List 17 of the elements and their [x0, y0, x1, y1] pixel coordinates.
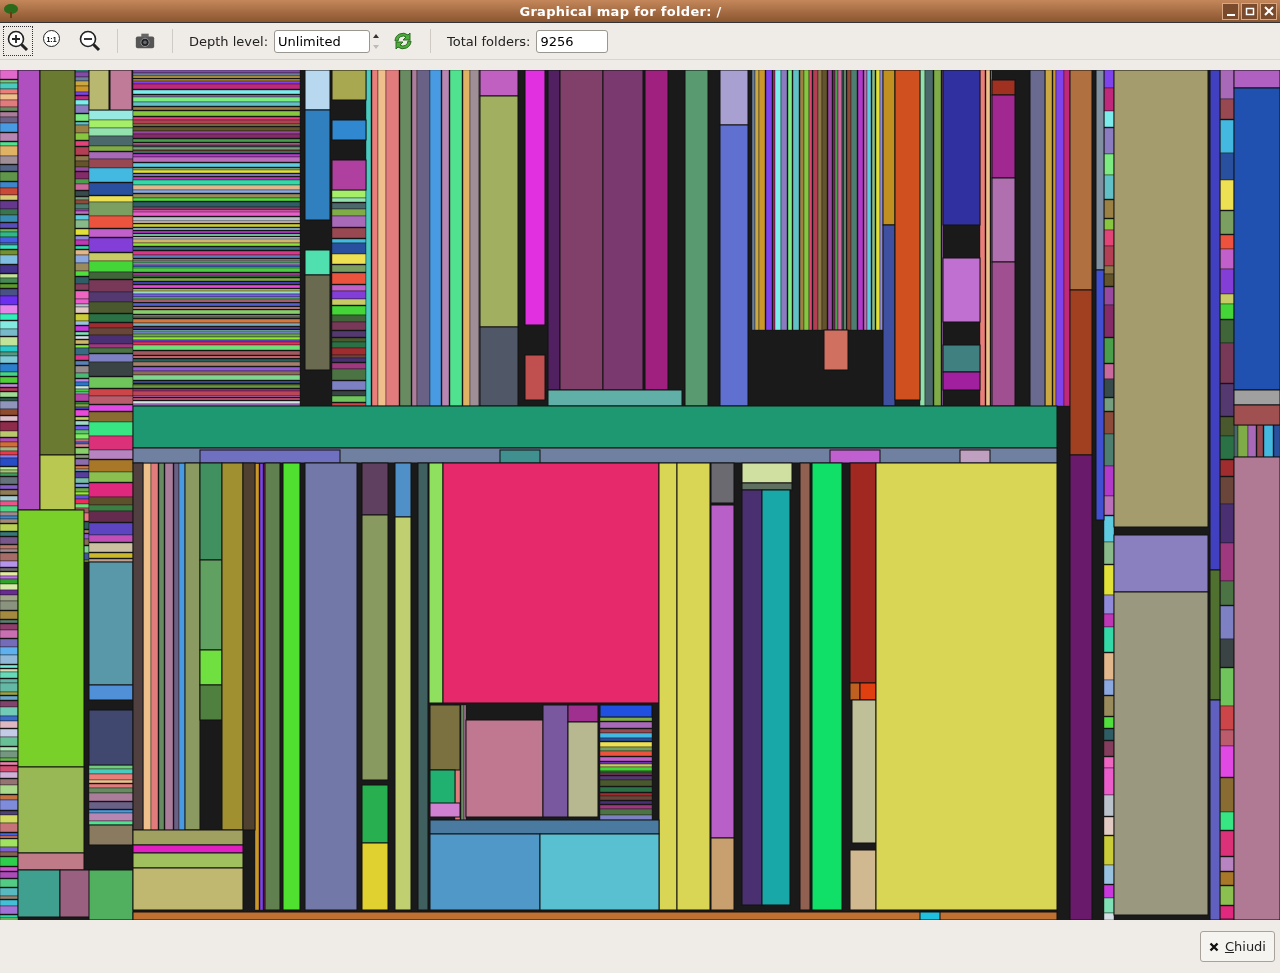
zoom-in-button[interactable]	[3, 26, 33, 56]
depth-level-field[interactable]: Unlimited	[274, 29, 371, 53]
tree-icon	[3, 3, 19, 19]
minimize-icon	[1226, 14, 1235, 16]
total-folders-field[interactable]: 9256	[536, 29, 609, 53]
maximize-icon	[1243, 5, 1256, 17]
total-folders-label: Total folders:	[447, 33, 531, 49]
zoom-out-icon	[78, 29, 102, 53]
close-button[interactable]	[1260, 2, 1277, 20]
depth-level-label: Depth level:	[189, 33, 269, 49]
close-icon	[1262, 5, 1275, 17]
window-title: Graphical map for folder: /	[518, 3, 723, 19]
minimize-button[interactable]	[1222, 2, 1239, 20]
maximize-button[interactable]	[1241, 2, 1258, 20]
close-button[interactable]: Chiudi	[1199, 931, 1275, 962]
zoom-in-icon	[6, 29, 30, 53]
close-icon	[1208, 941, 1219, 952]
